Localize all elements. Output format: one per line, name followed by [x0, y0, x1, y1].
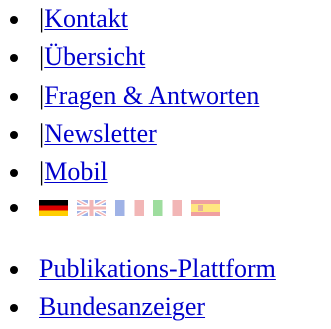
link-kontakt[interactable]: Kontakt — [44, 4, 128, 33]
flag-spain-icon[interactable] — [191, 200, 220, 216]
list-item-content: Publikations-Plattform — [39, 250, 276, 288]
flag-france-icon[interactable] — [115, 200, 144, 216]
link-bundesanzeiger[interactable]: Bundesanzeiger — [39, 292, 205, 321]
flag-italy-icon[interactable] — [153, 200, 182, 216]
link-uebersicht[interactable]: Übersicht — [44, 42, 145, 71]
list-item-content: |Newsletter — [39, 115, 157, 153]
bullet-icon — [10, 204, 18, 212]
bullet-icon — [10, 266, 18, 274]
link-publikations-plattform[interactable]: Publikations-Plattform — [39, 254, 276, 283]
list-item-content: |Fragen & Antworten — [39, 77, 259, 115]
link-fragen-antworten[interactable]: Fragen & Antworten — [44, 81, 259, 110]
list-item-content: |Kontakt — [39, 0, 128, 38]
list-item-content: |Übersicht — [39, 38, 145, 76]
bullet-icon — [10, 131, 18, 139]
bullet-icon — [10, 54, 18, 62]
flag-uk-icon[interactable] — [77, 200, 106, 216]
bullet-icon — [10, 169, 18, 177]
link-newsletter[interactable]: Newsletter — [44, 119, 157, 148]
bullet-icon — [10, 16, 18, 24]
bullet-icon — [10, 93, 18, 101]
list-item-content: |Mobil — [39, 153, 108, 191]
list-item-content: Bundesanzeiger — [39, 288, 205, 326]
link-mobil[interactable]: Mobil — [44, 157, 108, 186]
bullet-icon — [10, 304, 18, 312]
flag-germany-icon[interactable] — [39, 200, 68, 216]
language-flags — [39, 200, 220, 216]
